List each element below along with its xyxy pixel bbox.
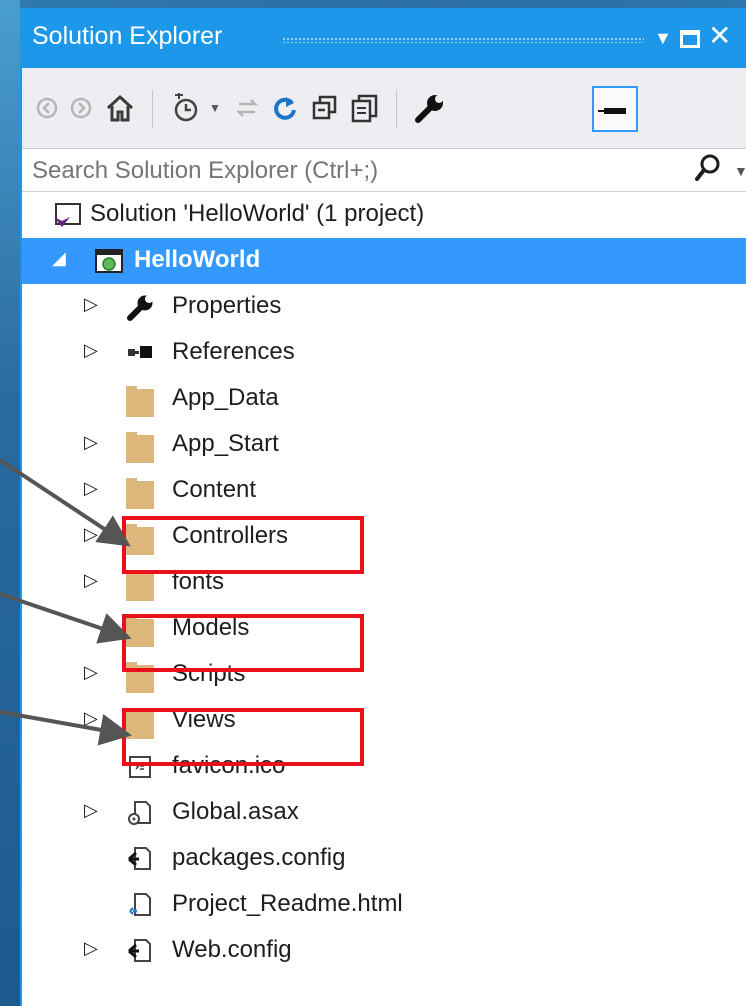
tree-item-label: Global.asax — [172, 798, 299, 825]
html-file-icon — [126, 891, 154, 919]
history-icon — [174, 93, 198, 122]
tree-item-app-data[interactable]: App_Data — [22, 376, 746, 422]
solution-icon — [52, 201, 81, 229]
title-bar-grip[interactable] — [282, 37, 644, 43]
wrench-icon — [126, 293, 154, 321]
expand-arrow-icon[interactable]: ▷ — [84, 800, 98, 821]
tree-item-label: Content — [172, 476, 257, 503]
controllers-highlight-box — [122, 516, 364, 574]
models-highlight-box — [122, 614, 364, 672]
maximize-icon[interactable] — [680, 30, 700, 48]
expand-arrow-icon[interactable]: ▷ — [84, 662, 98, 683]
window-title: Solution Explorer — [32, 22, 223, 50]
toolbar-separator — [152, 90, 153, 128]
back-button[interactable] — [32, 88, 62, 128]
chevron-down-icon[interactable]: ▼ — [734, 163, 746, 179]
tree-item-project-readme[interactable]: Project_Readme.html — [22, 882, 746, 928]
tree-item-solution[interactable]: Solution 'HelloWorld' (1 project) — [22, 192, 746, 238]
references-icon — [126, 339, 154, 367]
chevron-down-icon: ▼ — [209, 101, 221, 115]
expand-arrow-icon[interactable]: ▷ — [84, 570, 98, 591]
show-all-files-button[interactable] — [348, 88, 382, 128]
solution-explorer-panel: Solution Explorer ▼ ✕ ▼ Search Solution … — [20, 8, 746, 1006]
window-position-dropdown-icon[interactable]: ▼ — [654, 24, 672, 52]
refresh-button[interactable] — [268, 88, 302, 128]
search-icon[interactable] — [694, 153, 722, 190]
expand-arrow-icon[interactable]: ▷ — [84, 938, 98, 959]
preview-selected-items-button[interactable] — [592, 86, 638, 132]
pending-changes-filter-button[interactable]: ▼ — [166, 88, 226, 128]
expand-arrow-icon[interactable]: ▷ — [84, 432, 98, 453]
expand-arrow-icon[interactable]: ▷ — [84, 294, 98, 315]
tree-item-label: HelloWorld — [134, 246, 261, 273]
tree-item-label: App_Start — [172, 430, 279, 457]
tree-item-properties[interactable]: ▷ Properties — [22, 284, 746, 330]
title-bar: Solution Explorer ▼ ✕ — [22, 10, 746, 68]
collapse-all-button[interactable] — [308, 88, 342, 128]
tree-item-label: packages.config — [172, 844, 346, 871]
config-file-icon — [126, 937, 154, 965]
views-highlight-box — [122, 708, 364, 766]
sync-with-active-document-button[interactable] — [232, 88, 262, 128]
show-all-files-icon — [351, 94, 378, 123]
home-icon — [106, 94, 134, 122]
toolbar-separator — [396, 90, 397, 128]
folder-icon — [126, 386, 154, 417]
home-button[interactable] — [102, 88, 138, 128]
tree-item-project[interactable]: ◢ HelloWorld — [22, 238, 746, 284]
sync-icon — [235, 99, 259, 117]
expand-arrow-icon[interactable]: ▷ — [84, 478, 98, 499]
back-arrow-icon — [36, 97, 58, 119]
tree-item-content[interactable]: ▷ Content — [22, 468, 746, 514]
properties-button[interactable] — [410, 88, 450, 128]
tree-item-label: Properties — [172, 292, 282, 319]
close-icon[interactable]: ✕ — [708, 22, 731, 50]
desktop-background — [0, 0, 20, 1006]
collapse-arrow-icon[interactable]: ◢ — [52, 248, 66, 269]
tree-item-packages-config[interactable]: packages.config — [22, 836, 746, 882]
web-project-icon — [94, 247, 123, 275]
config-file-icon — [126, 845, 154, 873]
pin-icon-body — [604, 108, 626, 114]
tree-item-global-asax[interactable]: ▷ Global.asax — [22, 790, 746, 836]
expand-arrow-icon[interactable]: ▷ — [84, 524, 98, 545]
search-input[interactable] — [32, 155, 672, 187]
tree-item-references[interactable]: ▷ References — [22, 330, 746, 376]
tree-item-label: References — [172, 338, 295, 365]
forward-arrow-icon — [70, 97, 92, 119]
refresh-icon — [274, 97, 296, 120]
asax-file-icon — [126, 799, 154, 827]
collapse-all-icon — [312, 95, 337, 120]
tree-item-label: Web.config — [172, 936, 292, 963]
search-bar: ▼ — [22, 148, 746, 192]
expand-arrow-icon[interactable]: ▷ — [84, 708, 98, 729]
wrench-icon — [415, 95, 443, 123]
forward-button[interactable] — [66, 88, 96, 128]
tree-item-label: Project_Readme.html — [172, 890, 403, 917]
expand-arrow-icon[interactable]: ▷ — [84, 340, 98, 361]
tree-item-web-config[interactable]: ▷ Web.config — [22, 928, 746, 974]
tree-item-label: Solution 'HelloWorld' (1 project) — [90, 200, 425, 227]
tree-item-app-start[interactable]: ▷ App_Start — [22, 422, 746, 468]
folder-icon — [126, 570, 154, 601]
folder-icon — [126, 432, 154, 463]
folder-icon — [126, 478, 154, 509]
tree-item-label: App_Data — [172, 384, 279, 411]
